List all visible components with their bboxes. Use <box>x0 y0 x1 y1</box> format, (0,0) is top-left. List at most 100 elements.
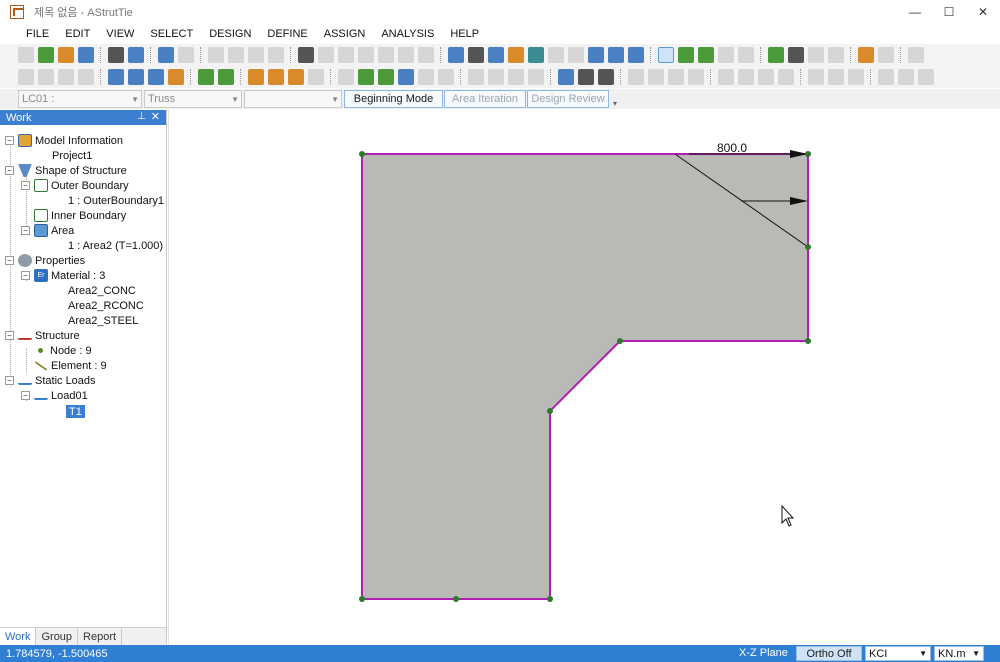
select-element-icon[interactable] <box>698 47 714 63</box>
stress-icon[interactable] <box>568 47 584 63</box>
design-code-dropdown[interactable]: KCI ▼ <box>865 646 931 661</box>
print-icon[interactable] <box>108 47 124 63</box>
menu-design[interactable]: DESIGN <box>201 28 259 40</box>
redraw-icon[interactable] <box>18 69 34 85</box>
zoom-fit-icon[interactable] <box>148 69 164 85</box>
collapse-icon[interactable]: − <box>5 376 14 385</box>
tree-material-item[interactable]: Area2_CONC <box>68 283 136 298</box>
zoom-out-icon[interactable] <box>128 69 144 85</box>
toolbar-overflow-icon[interactable] <box>918 69 934 85</box>
settings-gear-icon[interactable] <box>468 47 484 63</box>
line-select-icon[interactable] <box>828 47 844 63</box>
divide-icon[interactable] <box>358 47 374 63</box>
link-icon[interactable] <box>808 69 824 85</box>
result-icon[interactable] <box>548 47 564 63</box>
ortho-toggle[interactable]: Ortho Off <box>796 646 862 661</box>
find-icon[interactable] <box>298 47 314 63</box>
open-folder-icon[interactable] <box>58 47 74 63</box>
drawing-canvas[interactable]: 800.0 <box>168 110 1000 645</box>
previous-select-icon[interactable] <box>858 47 874 63</box>
tree-properties[interactable]: − Properties <box>5 253 85 268</box>
collapse-icon[interactable]: − <box>5 136 14 145</box>
node-point[interactable] <box>805 244 811 250</box>
edit-icon[interactable] <box>878 69 894 85</box>
node-number-icon[interactable] <box>558 69 574 85</box>
tree-structure[interactable]: − Structure <box>5 328 80 343</box>
new-file-icon[interactable] <box>18 47 34 63</box>
tree-material-item[interactable]: Area2_RCONC <box>68 298 144 313</box>
redo-icon[interactable] <box>178 47 194 63</box>
tree-area-item[interactable]: 1 : Area2 (T=1.000) <box>68 238 163 253</box>
tree-load01[interactable]: − Load01 <box>21 388 88 403</box>
assign-section-icon[interactable] <box>688 69 704 85</box>
tab-report[interactable]: Report <box>78 627 123 646</box>
tree-load-item-selected[interactable]: T1 <box>66 404 85 419</box>
node-point[interactable] <box>359 151 365 157</box>
collapse-icon[interactable]: − <box>21 226 30 235</box>
open-file-icon[interactable] <box>38 47 54 63</box>
bearing-icon[interactable] <box>778 69 794 85</box>
delete-icon[interactable] <box>898 69 914 85</box>
tree-inner-boundary[interactable]: Inner Boundary <box>34 208 126 223</box>
node-point[interactable] <box>547 408 553 414</box>
dimension-icon[interactable] <box>468 69 484 85</box>
grid-truss-icon[interactable] <box>268 69 284 85</box>
help-icon[interactable] <box>128 47 144 63</box>
select-all-icon[interactable] <box>908 47 924 63</box>
beginning-mode-button[interactable]: Beginning Mode <box>344 90 443 108</box>
tree-project[interactable]: Project1 <box>52 148 92 163</box>
tree-element[interactable]: Element : 9 <box>34 358 107 373</box>
collapse-icon[interactable]: − <box>21 181 30 190</box>
force-icon[interactable] <box>578 69 594 85</box>
node-point[interactable] <box>547 596 553 602</box>
array-icon[interactable] <box>418 47 434 63</box>
menu-select[interactable]: SELECT <box>142 28 201 40</box>
blank-dropdown[interactable]: ▼ <box>244 90 342 108</box>
pin-icon[interactable]: ⊥ <box>137 111 146 122</box>
shade-icon[interactable] <box>58 69 74 85</box>
tree-outer-boundary-item[interactable]: 1 : OuterBoundary1 <box>68 193 164 208</box>
menu-file[interactable]: FILE <box>18 28 57 40</box>
line-icon[interactable] <box>338 69 354 85</box>
node-point[interactable] <box>453 596 459 602</box>
tree-material[interactable]: − Er Material : 3 <box>21 268 105 283</box>
load-arrows-icon[interactable] <box>608 47 624 63</box>
check-icon[interactable] <box>528 47 544 63</box>
menu-analysis[interactable]: ANALYSIS <box>373 28 442 40</box>
structure-area-fill[interactable] <box>361 153 809 600</box>
select-load-icon[interactable] <box>738 47 754 63</box>
deselect-icon[interactable] <box>878 47 894 63</box>
crossing-select-icon[interactable] <box>788 47 804 63</box>
tree-material-item[interactable]: Area2_STEEL <box>68 313 138 328</box>
menu-view[interactable]: VIEW <box>98 28 142 40</box>
angle-icon[interactable] <box>508 69 524 85</box>
regen-icon[interactable] <box>38 69 54 85</box>
rotate-icon[interactable] <box>268 47 284 63</box>
window-select-icon[interactable] <box>768 47 784 63</box>
move-icon[interactable] <box>208 47 224 63</box>
outer-boundary-icon[interactable] <box>358 69 374 85</box>
connect-icon[interactable] <box>288 69 304 85</box>
collapse-icon[interactable]: − <box>5 166 14 175</box>
collapse-icon[interactable]: − <box>21 391 30 400</box>
unlink-icon[interactable] <box>828 69 844 85</box>
area-icon[interactable] <box>398 69 414 85</box>
tie-icon[interactable] <box>718 69 734 85</box>
menu-define[interactable]: DEFINE <box>259 28 315 40</box>
collapse-icon[interactable]: − <box>5 256 14 265</box>
menu-help[interactable]: HELP <box>442 28 487 40</box>
zoom-in-icon[interactable] <box>108 69 124 85</box>
area-iteration-button[interactable]: Area Iteration <box>444 90 526 108</box>
label-icon[interactable] <box>528 69 544 85</box>
draw-element-icon[interactable] <box>218 69 234 85</box>
load-case-dropdown[interactable]: LC01 : ▼ <box>18 90 142 108</box>
strut-icon[interactable] <box>738 69 754 85</box>
nodal-zone-icon[interactable] <box>758 69 774 85</box>
tree-static-loads[interactable]: − Static Loads <box>5 373 96 388</box>
maximize-button[interactable]: ☐ <box>932 0 966 24</box>
close-button[interactable]: ✕ <box>966 0 1000 24</box>
detail-icon[interactable] <box>848 69 864 85</box>
assign-load-icon[interactable] <box>648 69 664 85</box>
trim-icon[interactable] <box>318 47 334 63</box>
close-icon[interactable]: ✕ <box>151 110 160 123</box>
